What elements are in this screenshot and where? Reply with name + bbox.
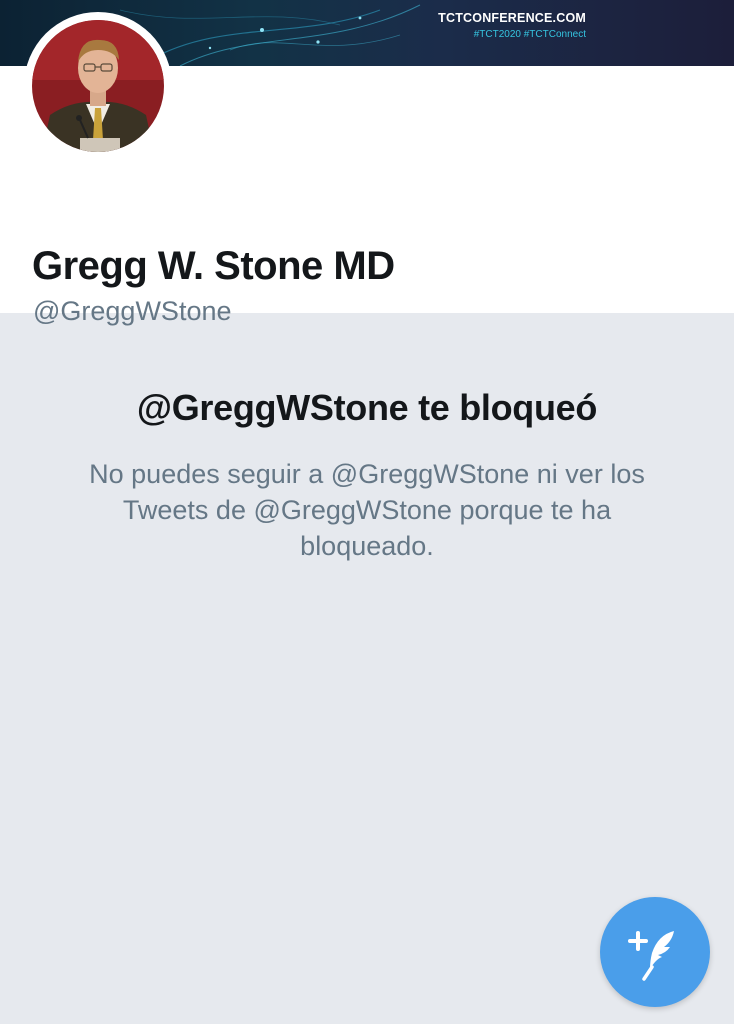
blocked-message: No puedes seguir a @GreggWStone ni ver l… [89,459,645,561]
display-name: Gregg W. Stone MD [32,244,395,288]
avatar-image [32,20,164,152]
avatar[interactable] [24,12,172,160]
username-handle: @GreggWStone [33,296,232,326]
banner-hashtags: #TCT2020 #TCTConnect [473,29,586,40]
compose-tweet-icon [628,931,674,981]
blocked-title: @GreggWStone te bloqueó [136,387,598,428]
compose-tweet-button[interactable] [600,897,710,1007]
banner-site-text: TCTCONFERENCE.COM [438,11,586,25]
profile-page: TCTCONFERENCE.COM #TCT2020 #TCTConnect G… [0,0,734,1024]
